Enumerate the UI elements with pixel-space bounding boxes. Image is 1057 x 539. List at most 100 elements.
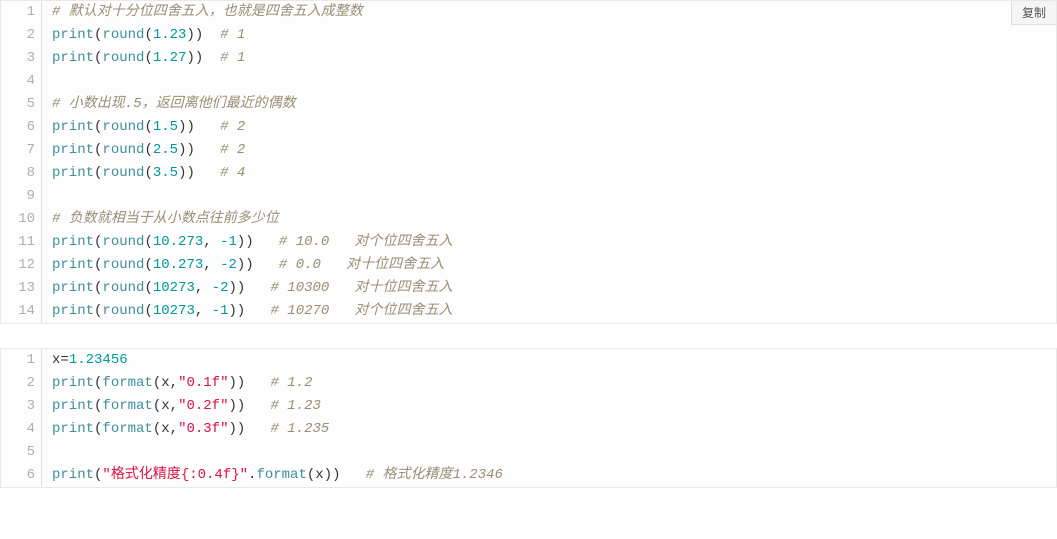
token: # 默认对十分位四舍五入，也就是四舍五入成整数 [52,4,363,20]
token: # 10270 对个位四舍五入 [271,303,453,319]
code-line: 10# 负数就相当于从小数点往前多少位 [1,208,1056,231]
code-content: print(format(x,"0.1f")) # 1.2 [42,372,313,395]
token: round [102,50,144,66]
code-content: x=1.23456 [42,349,128,372]
token: "0.3f" [178,421,228,437]
token: # 1 [220,27,245,43]
token: 1.5 [153,119,178,135]
code-content [42,70,52,93]
code-content: print(format(x,"0.3f")) # 1.235 [42,418,329,441]
token: # 10300 对十位四舍五入 [271,280,453,296]
code-content: print(round(3.5)) # 4 [42,162,245,185]
token: format [102,375,152,391]
token: )) [178,119,220,135]
line-number: 6 [1,464,42,487]
token: ( [144,303,152,319]
token: ( [153,398,161,414]
code-content: print(round(1.5)) # 2 [42,116,245,139]
token: -1 [212,303,229,319]
code-content: print(format(x,"0.2f")) # 1.23 [42,395,321,418]
token: , [170,375,178,391]
token: print [52,375,94,391]
code-line: 13print(round(10273, -2)) # 10300 对十位四舍五… [1,277,1056,300]
token: ( [144,234,152,250]
token: # 2 [220,119,245,135]
token: # 2 [220,142,245,158]
token: 2.5 [153,142,178,158]
code-content: print(round(10.273, -2)) # 0.0 对十位四舍五入 [42,254,444,277]
token: print [52,467,94,483]
token: print [52,119,94,135]
token: -2 [220,257,237,273]
token: 1.23456 [69,352,128,368]
token: ( [144,165,152,181]
code-content: print(round(2.5)) # 2 [42,139,245,162]
token: )) [228,421,270,437]
token: print [52,142,94,158]
token: format [102,398,152,414]
token: round [102,119,144,135]
code-line: 8print(round(3.5)) # 4 [1,162,1056,185]
token: , [170,421,178,437]
code-line: 5 [1,441,1056,464]
token: round [102,280,144,296]
code-content: print(round(10273, -2)) # 10300 对十位四舍五入 [42,277,453,300]
token: # 1.235 [271,421,330,437]
copy-button[interactable]: 复制 [1011,1,1056,25]
token: # 4 [220,165,245,181]
code-content: print(round(1.27)) # 1 [42,47,245,70]
code-line: 14print(round(10273, -1)) # 10270 对个位四舍五… [1,300,1056,323]
code-line: 2print(format(x,"0.1f")) # 1.2 [1,372,1056,395]
code-line: 3print(round(1.27)) # 1 [1,47,1056,70]
code-content [42,441,52,464]
token: ( [153,375,161,391]
code-line: 2print(round(1.23)) # 1 [1,24,1056,47]
token: print [52,50,94,66]
token: print [52,280,94,296]
code-line: 6print(round(1.5)) # 2 [1,116,1056,139]
token: x [161,421,169,437]
token: x [161,398,169,414]
code-line: 6print("格式化精度{:0.4f}".format(x)) # 格式化精度… [1,464,1056,487]
code-line: 12print(round(10.273, -2)) # 0.0 对十位四舍五入 [1,254,1056,277]
line-number: 2 [1,24,42,47]
token: )) [228,280,270,296]
code-content: # 负数就相当于从小数点往前多少位 [42,208,279,231]
line-number: 13 [1,277,42,300]
token: = [60,352,68,368]
token: print [52,234,94,250]
token: ( [144,27,152,43]
code-content: # 小数出现.5，返回离他们最近的偶数 [42,93,296,116]
token: print [52,421,94,437]
token: 10.273 [153,257,203,273]
code-line: 4 [1,70,1056,93]
token: # 小数出现.5，返回离他们最近的偶数 [52,96,296,112]
token: , [195,280,212,296]
token: )) [186,50,220,66]
token: round [102,165,144,181]
token: # 格式化精度1.2346 [366,467,503,483]
token: print [52,257,94,273]
line-number: 6 [1,116,42,139]
token: ( [144,257,152,273]
token: 1.27 [153,50,187,66]
line-number: 4 [1,70,42,93]
token: print [52,398,94,414]
token: )) [178,165,220,181]
code-content: # 默认对十分位四舍五入，也就是四舍五入成整数 [42,1,363,24]
token: )) [178,142,220,158]
token: , [195,303,212,319]
token: )) [228,375,270,391]
token: ( [144,50,152,66]
line-number: 8 [1,162,42,185]
line-number: 1 [1,1,42,24]
code-line: 4print(format(x,"0.3f")) # 1.235 [1,418,1056,441]
token: , [203,234,220,250]
token: print [52,27,94,43]
token: x [161,375,169,391]
line-number: 5 [1,441,42,464]
code-content: print(round(10.273, -1)) # 10.0 对个位四舍五入 [42,231,453,254]
token: "0.1f" [178,375,228,391]
token: -1 [220,234,237,250]
token: ( [144,119,152,135]
